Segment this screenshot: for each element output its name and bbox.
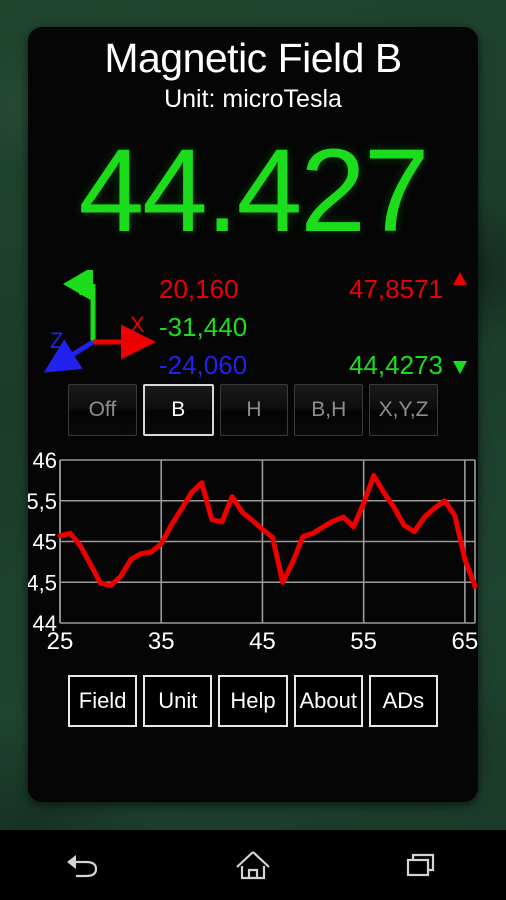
x-tick-label: 65 (452, 628, 478, 655)
action-buttons: Field Unit Help About ADs (28, 675, 478, 728)
action-button-field[interactable]: Field (68, 675, 138, 728)
nav-recents-button[interactable] (382, 841, 462, 889)
action-button-ads[interactable]: ADs (368, 675, 439, 728)
component-x-value: 20,160 (159, 274, 239, 305)
component-z-value: -24,060 (159, 350, 248, 381)
mode-button-b[interactable]: B (142, 384, 214, 437)
component-y-value: -31,440 (159, 312, 248, 343)
chart-gridlines (59, 459, 476, 624)
y-tick-label: 46 (33, 448, 57, 473)
android-nav-bar (0, 830, 506, 900)
magnitude-current-value: 44,4273 (349, 350, 443, 381)
main-value-readout: 44.427 (78, 125, 430, 258)
field-chart[interactable]: 46 5,5 45 4,5 44 25 35 45 55 65 (28, 448, 478, 663)
chart-y-axis-labels: 465,5454,544 (28, 448, 57, 636)
page-title: Magnetic Field B (104, 35, 402, 81)
y-tick-label: 5,5 (28, 489, 57, 514)
mode-button-xyz[interactable]: X,Y,Z (369, 384, 438, 437)
chart-canvas: 465,5454,544 25 35 45 55 65 (28, 448, 478, 655)
nav-back-button[interactable] (44, 841, 124, 889)
x-tick-label: 35 (148, 628, 175, 655)
magnitude-max-value: 47,8571 (349, 274, 443, 305)
chart-series-line (57, 473, 478, 589)
nav-home-button[interactable] (213, 841, 293, 889)
x-tick-label: 55 (350, 628, 377, 655)
vector-readout-panel: Y X Z 20,160 -31,440 -24,060 47,8571 44,… (28, 268, 478, 381)
axis-label-z: Z (50, 328, 63, 353)
mode-button-off[interactable]: Off (68, 384, 137, 437)
action-button-about[interactable]: About (293, 675, 363, 728)
y-tick-label: 45 (33, 530, 57, 555)
unit-label: Unit: microTesla (164, 85, 342, 114)
xyz-axis-diagram: Y X Z (43, 270, 156, 373)
axis-label-y: Y (73, 275, 88, 300)
mode-selector: Off B H B,H X,Y,Z (28, 384, 478, 437)
double-arrow-vertical-icon (453, 272, 467, 375)
mode-button-bh[interactable]: B,H (294, 384, 364, 437)
home-icon (236, 851, 270, 880)
x-tick-label: 25 (47, 628, 74, 655)
mode-button-h[interactable]: H (219, 384, 289, 437)
y-tick-label: 4,5 (28, 570, 57, 595)
action-button-unit[interactable]: Unit (143, 675, 213, 728)
app-card: Magnetic Field B Unit: microTesla 44.427… (28, 27, 478, 802)
axis-label-x: X (130, 312, 145, 337)
x-tick-label: 45 (249, 628, 276, 655)
recents-icon (406, 853, 434, 877)
chart-x-axis-labels: 25 35 45 55 65 (47, 628, 478, 655)
action-button-help[interactable]: Help (218, 675, 288, 728)
back-icon (67, 855, 98, 878)
